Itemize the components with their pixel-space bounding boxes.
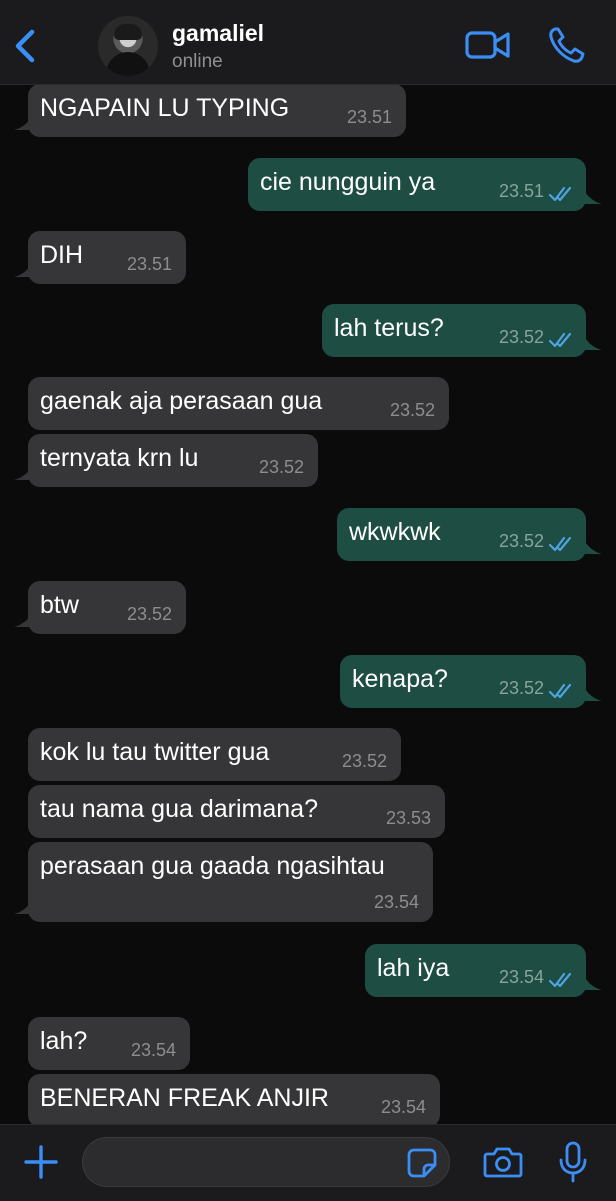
bubble-tail [584,540,602,554]
read-receipt-icon [548,536,572,552]
message-time: 23.51 [346,107,392,127]
chat-header: gamaliel online [0,0,616,85]
bubble-tail [14,116,32,130]
phone-icon [549,27,585,63]
message-time: 23.52 [498,678,544,698]
message-text: ternyata krn lu [40,444,199,472]
message-time: 23.52 [126,604,172,624]
message-bubble-incoming[interactable]: ternyata krn lu 23.52 [28,434,318,487]
message-bubble-outgoing[interactable]: cie nungguin ya 23.51 [248,158,586,211]
read-receipt-icon [548,332,572,348]
message-text: tau nama gua darimana? [40,795,318,823]
message-text: lah terus? [334,314,444,342]
message-input[interactable] [82,1137,450,1187]
message-bubble-incoming[interactable]: DIH 23.51 [28,231,186,284]
message-bubble-incoming[interactable]: lah? 23.54 [28,1017,190,1070]
message-text: cie nungguin ya [260,168,436,196]
message-bubble-incoming[interactable]: kok lu tau twitter gua 23.52 [28,728,401,781]
message-text: btw [40,591,79,619]
message-time: 23.54 [130,1040,176,1060]
message-bubble-outgoing[interactable]: wkwkwk 23.52 [337,508,586,561]
attach-button[interactable] [22,1143,60,1181]
message-time: 23.51 [498,181,544,201]
plus-icon [24,1145,58,1179]
message-text: lah iya [377,954,450,982]
message-text: NGAPAIN LU TYPING [40,94,290,122]
camera-button[interactable] [482,1143,524,1181]
contact-status: online [172,51,223,72]
bubble-tail [14,263,32,277]
read-receipt-icon [548,186,572,202]
message-time: 23.52 [258,457,304,477]
message-bubble-incoming[interactable]: perasaan gua gaada ngasihtau 23.54 [28,842,433,922]
camera-icon [483,1147,523,1178]
message-bubble-incoming[interactable]: NGAPAIN LU TYPING 23.51 [28,84,406,137]
sticker-button[interactable] [406,1147,438,1179]
message-text: kenapa? [352,665,448,693]
message-text: kok lu tau twitter gua [40,738,270,766]
message-text: gaenak aja perasaan gua [40,387,323,415]
bubble-tail [584,687,602,701]
sticker-icon [407,1148,437,1178]
message-text: lah? [40,1027,88,1055]
video-camera-icon [465,31,510,59]
voice-call-button[interactable] [546,24,586,66]
message-time: 23.52 [498,327,544,347]
message-bubble-outgoing[interactable]: lah iya 23.54 [365,944,586,997]
bubble-tail [14,466,32,480]
voice-note-button[interactable] [556,1139,590,1185]
message-bubble-incoming[interactable]: tau nama gua darimana? 23.53 [28,785,445,838]
bubble-tail [14,613,32,627]
read-receipt-icon [548,683,572,699]
message-time: 23.54 [498,967,544,987]
message-bubble-incoming[interactable]: gaenak aja perasaan gua 23.52 [28,377,449,430]
avatar[interactable] [98,16,158,76]
message-text: DIH [40,241,84,269]
read-receipt-icon [548,972,572,988]
message-time: 23.52 [389,400,435,420]
bubble-tail [14,900,32,914]
contact-name[interactable]: gamaliel [172,20,264,47]
message-bubble-outgoing[interactable]: kenapa? 23.52 [340,655,586,708]
message-time: 23.54 [380,1097,426,1117]
message-bubble-incoming[interactable]: BENERAN FREAK ANJIR 23.54 [28,1074,440,1124]
bubble-tail [584,976,602,990]
message-text: wkwkwk [349,518,441,546]
chevron-left-icon [15,29,35,63]
message-time: 23.54 [373,892,419,912]
message-text: BENERAN FREAK ANJIR [40,1084,329,1112]
message-time: 23.52 [498,531,544,551]
message-bubble-outgoing[interactable]: lah terus? 23.52 [322,304,586,357]
video-call-button[interactable] [464,26,512,64]
message-list[interactable]: NGAPAIN LU TYPING 23.51 cie nungguin ya … [0,84,616,1124]
bubble-tail [584,190,602,204]
message-text: perasaan gua gaada ngasihtau [40,852,385,880]
message-time: 23.51 [126,254,172,274]
composer-bar [0,1124,616,1201]
bubble-tail [584,336,602,350]
message-bubble-incoming[interactable]: btw 23.52 [28,581,186,634]
back-button[interactable] [8,24,44,68]
message-time: 23.53 [385,808,431,828]
message-time: 23.52 [341,751,387,771]
microphone-icon [559,1141,587,1183]
